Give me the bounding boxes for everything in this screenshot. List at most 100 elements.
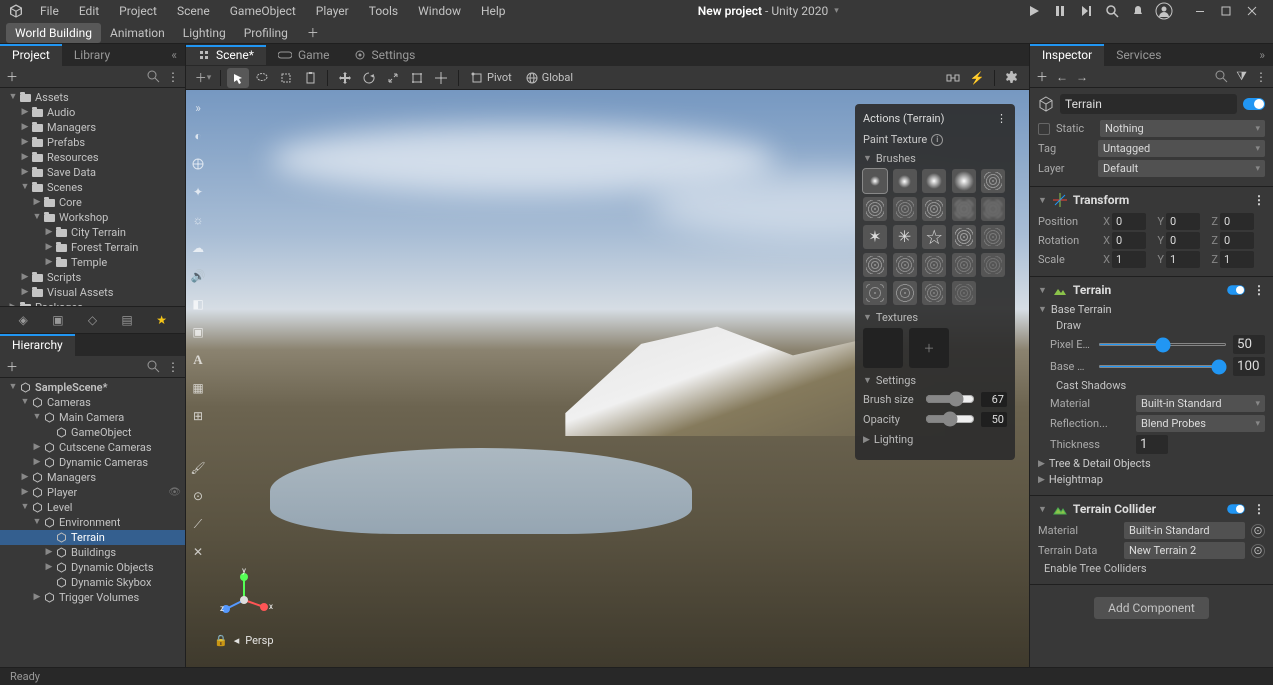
actions-more-icon[interactable]: ⋮ [996,112,1007,125]
tree-row[interactable]: Dynamic Skybox [0,575,185,590]
brush-scatter-2[interactable] [981,225,1005,249]
filter-model-icon[interactable]: ▤ [117,310,137,330]
textures-foldout[interactable]: ▼Textures [863,311,1007,324]
expand-arrow[interactable]: ▶ [20,153,30,162]
favorites-icon[interactable]: ★ [152,310,172,330]
brush-cloud-1[interactable] [952,197,976,221]
menu-gameobject[interactable]: GameObject [220,1,306,21]
shaded-mode-icon[interactable]: ◐ [188,126,208,146]
collider-material-field[interactable]: Built-in Standard [1124,522,1245,539]
tree-row[interactable]: ▶Managers [0,120,185,135]
base-terrain-foldout[interactable]: ▼Base Terrain [1038,303,1265,316]
workspace-profiling[interactable]: Profiling [235,23,297,43]
tab-settings[interactable]: Settings [342,45,428,65]
menu-scene[interactable]: Scene [167,1,220,21]
texture-slot-1[interactable] [863,328,903,368]
brush-grain-1[interactable] [863,253,887,277]
tree-row[interactable]: ▶Dynamic Cameras [0,455,185,470]
expand-arrow[interactable]: ▼ [32,213,42,222]
brush-grain-5[interactable] [981,253,1005,277]
tree-row[interactable]: ▼SampleScene* [0,380,185,395]
settings-foldout[interactable]: ▼Settings [863,374,1007,387]
add-dropdown-button[interactable]: ＋▾ [192,68,214,88]
hierarchy-more-icon[interactable]: ⋮ [167,360,179,374]
pause-button[interactable] [1047,0,1073,22]
grid-icon[interactable]: ▦ [188,378,208,398]
tree-row[interactable]: ▼Cameras [0,395,185,410]
tree-row[interactable]: ▶Save Data [0,165,185,180]
brush-dots-1[interactable] [863,281,887,305]
brush-noise-2[interactable] [893,197,917,221]
scale-y-field[interactable] [1166,251,1200,268]
brush-dots-3[interactable] [922,281,946,305]
tree-row[interactable]: ▶Trigger Volumes [0,590,185,605]
reflection-dropdown[interactable]: Blend Probes▾ [1136,415,1265,432]
perspective-toggle[interactable]: 🔒 ◂ Persp [214,634,274,647]
orientation-gizmo[interactable]: y x z [214,565,274,625]
tree-row[interactable]: ▶Player👁 [0,485,185,500]
brush-cloud-2[interactable] [981,197,1005,221]
tree-row[interactable]: ▶Prefabs [0,135,185,150]
snap-toggle[interactable] [942,68,964,88]
tree-row[interactable]: ▶Managers [0,470,185,485]
expand-arrow[interactable]: ▶ [32,443,42,452]
camera-icon[interactable]: ▣ [188,322,208,342]
brush-size-slider[interactable] [925,391,975,407]
position-y-field[interactable] [1166,213,1200,230]
transform-header[interactable]: ▼ Transform ⋮ [1038,193,1265,207]
pivot-toggle[interactable]: Pivot [465,69,518,86]
scale-z-field[interactable] [1220,251,1254,268]
nav-forward-icon[interactable]: → [1076,70,1088,84]
lighting-icon[interactable]: ☼ [188,210,208,230]
terrain-material-dropdown[interactable]: Built-in Standard▾ [1136,395,1265,412]
workspace-animation[interactable]: Animation [101,23,174,43]
tree-row[interactable]: ▶Cutscene Cameras [0,440,185,455]
collapse-left-button[interactable]: « [163,48,185,62]
expand-arrow[interactable]: ▼ [20,398,30,407]
terrain-more-icon[interactable]: ⋮ [1253,283,1265,297]
tree-row[interactable]: ▼Workshop [0,210,185,225]
move-tool[interactable] [334,68,356,88]
workspace-lighting[interactable]: Lighting [174,23,235,43]
brush-sparkle-1[interactable]: ✶ [863,225,887,249]
snap-grid-icon[interactable]: ⊞ [188,406,208,426]
brush-noise-1[interactable] [863,197,887,221]
expand-arrow[interactable]: ▶ [20,123,30,132]
window-maximize-button[interactable] [1213,0,1239,22]
tree-row[interactable]: ▶Dynamic Objects [0,560,185,575]
collider-more-icon[interactable]: ⋮ [1253,502,1265,516]
expand-arrow[interactable]: ▶ [20,273,30,282]
filter-icon[interactable]: ⧩ [1236,69,1247,84]
terrain-enabled-toggle[interactable] [1227,285,1245,295]
lighting-foldout[interactable]: ▶Lighting [863,433,1007,446]
select-tool[interactable] [227,68,249,88]
tab-library[interactable]: Library [62,44,122,66]
tab-services[interactable]: Services [1104,44,1173,66]
tree-row[interactable]: ▶Visual Assets [0,285,185,300]
transform-more-icon[interactable]: ⋮ [1253,193,1265,207]
tree-row[interactable]: ▶Temple [0,255,185,270]
menu-project[interactable]: Project [109,1,167,21]
rotate-tool[interactable] [358,68,380,88]
expand-arrow[interactable]: ▼ [32,413,42,422]
tree-detail-foldout[interactable]: ▶Tree & Detail Objects [1038,457,1265,470]
assets-tree[interactable]: ▼Assets▶Audio▶Managers▶Prefabs▶Resources… [0,88,185,306]
brush-soft-med[interactable] [893,169,917,193]
add-component-button[interactable]: Add Component [1094,597,1209,619]
notifications-icon[interactable] [1125,0,1151,22]
filter-prefab-icon[interactable]: ▣ [48,310,68,330]
static-dropdown[interactable]: Nothing▾ [1100,120,1265,137]
tree-row[interactable]: ▶Resources [0,150,185,165]
project-more-icon[interactable]: ⋮ [167,70,179,84]
expand-arrow[interactable]: ▼ [20,503,30,512]
expand-arrow[interactable]: ▼ [20,183,30,192]
brush-noise-3[interactable] [922,197,946,221]
thickness-field[interactable] [1136,435,1168,454]
expand-arrow[interactable]: ▶ [32,198,42,207]
rect-select-tool[interactable] [275,68,297,88]
probe-tool-icon[interactable]: ⊙ [188,486,208,506]
heightmap-foldout[interactable]: ▶Heightmap [1038,473,1265,486]
search-icon[interactable] [147,360,161,374]
layer-dropdown[interactable]: Default▾ [1098,160,1265,177]
rect-tool[interactable] [406,68,428,88]
